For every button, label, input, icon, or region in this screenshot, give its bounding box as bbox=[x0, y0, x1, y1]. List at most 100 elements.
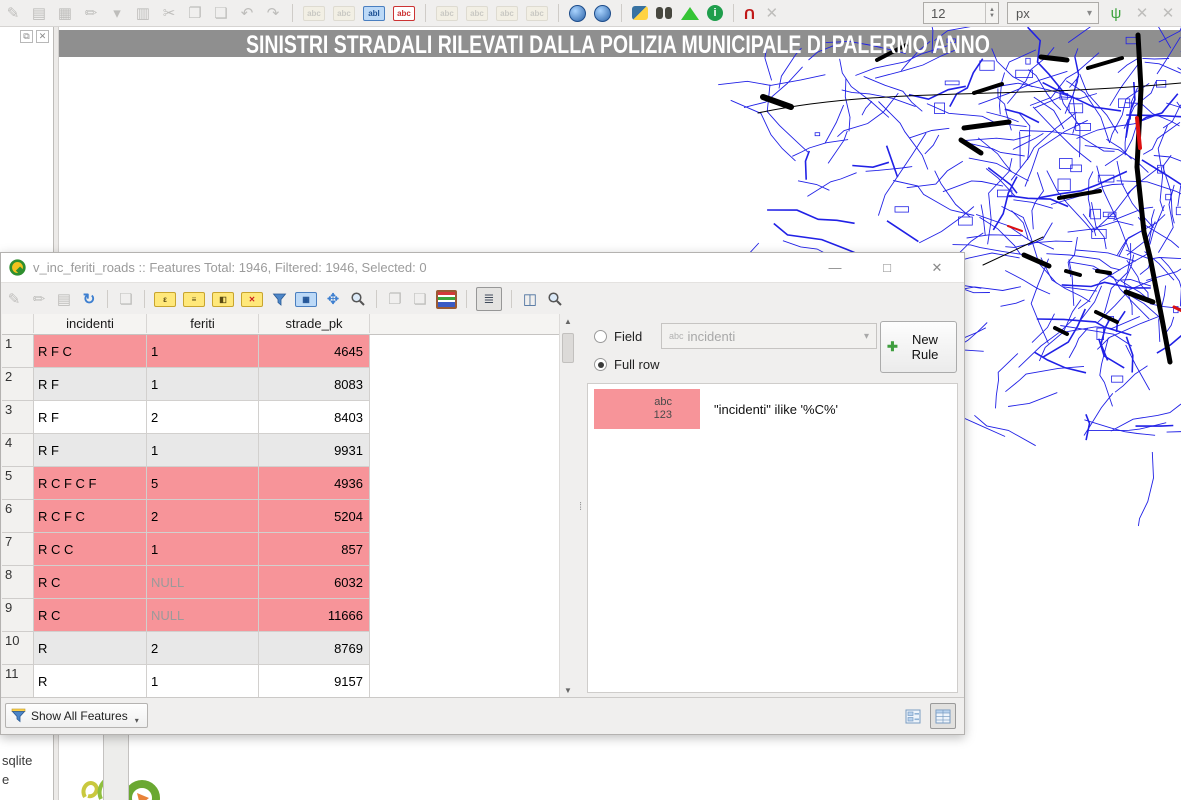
cell-strade_pk[interactable]: 8403 bbox=[259, 401, 370, 434]
new-rule-button[interactable]: ✚ New Rule bbox=[880, 321, 957, 373]
cell-incidenti[interactable]: R C C bbox=[34, 533, 147, 566]
cell-feriti[interactable]: 1 bbox=[147, 335, 259, 368]
layers-panel-scrollbar[interactable] bbox=[103, 735, 129, 800]
cell-strade_pk[interactable]: 6032 bbox=[259, 566, 370, 599]
change-label-icon[interactable]: abc bbox=[526, 6, 548, 21]
cell-strade_pk[interactable]: 8769 bbox=[259, 632, 370, 665]
dock-table-icon[interactable]: ◫ bbox=[521, 289, 539, 309]
table-row[interactable]: 9R CNULL11666 bbox=[2, 599, 559, 632]
cell-incidenti[interactable]: R C bbox=[34, 599, 147, 632]
full-row-radio[interactable]: Full row bbox=[594, 357, 660, 372]
table-row[interactable]: 4R F19931 bbox=[2, 434, 559, 467]
table-view-button[interactable] bbox=[930, 703, 956, 729]
row-number-cell[interactable]: 10 bbox=[2, 632, 34, 665]
cell-strade_pk[interactable]: 11666 bbox=[259, 599, 370, 632]
node-tool-icon[interactable]: ✕ bbox=[763, 3, 781, 23]
cell-feriti[interactable]: NULL bbox=[147, 599, 259, 632]
field-radio[interactable]: Field bbox=[594, 329, 642, 344]
cell-strade_pk[interactable]: 9157 bbox=[259, 665, 370, 698]
column-header-incidenti[interactable]: incidenti bbox=[34, 314, 147, 333]
table-row[interactable]: 7R C C1857 bbox=[2, 533, 559, 566]
unavailable-tool-icon[interactable]: ✕ bbox=[1133, 3, 1151, 23]
cell-incidenti[interactable]: R C bbox=[34, 566, 147, 599]
select-all-icon[interactable]: ≡ bbox=[183, 292, 205, 307]
copy-selection-icon[interactable]: ❐ bbox=[386, 289, 404, 309]
panel-splitter[interactable]: ⁞ bbox=[576, 314, 585, 699]
add-feature-icon[interactable]: ❏ bbox=[117, 289, 135, 309]
organize-columns-icon[interactable]: ▦ bbox=[295, 292, 317, 307]
filter-features-button[interactable]: Show All Features ▾ bbox=[5, 703, 148, 728]
paste-features-icon[interactable]: ❏ bbox=[411, 289, 429, 309]
pin-labels-icon[interactable]: abc bbox=[436, 6, 458, 21]
web-service-icon[interactable] bbox=[569, 5, 586, 22]
scrollbar-thumb[interactable] bbox=[562, 333, 574, 363]
unavailable-tool2-icon[interactable]: ✕ bbox=[1159, 3, 1177, 23]
layer-item[interactable]: sqlite bbox=[2, 751, 32, 770]
label-size-spinbox[interactable]: 12▲▼ bbox=[923, 2, 999, 24]
maximize-button[interactable]: □ bbox=[873, 257, 901, 279]
row-number-cell[interactable]: 11 bbox=[2, 665, 34, 698]
search-widget-icon[interactable] bbox=[546, 289, 564, 309]
vertex-tool-icon[interactable]: ψ bbox=[1107, 3, 1125, 23]
close-button[interactable]: ✕ bbox=[923, 257, 951, 279]
row-number-cell[interactable]: 5 bbox=[2, 467, 34, 500]
table-row[interactable]: 10R28769 bbox=[2, 632, 559, 665]
show-hidden-labels-icon[interactable]: abc bbox=[466, 6, 488, 21]
label-toolbar-icon[interactable]: abl bbox=[363, 6, 385, 21]
conditional-formatting-icon[interactable] bbox=[436, 290, 457, 309]
labeling-icon[interactable]: abc bbox=[303, 6, 325, 21]
scroll-up-icon[interactable]: ▲ bbox=[560, 314, 576, 330]
cell-incidenti[interactable]: R C F C F bbox=[34, 467, 147, 500]
label-unit-combo[interactable]: px▾ bbox=[1007, 2, 1099, 24]
field-combo[interactable]: abc incidenti ▾ bbox=[661, 323, 877, 349]
cell-strade_pk[interactable]: 857 bbox=[259, 533, 370, 566]
cell-incidenti[interactable]: R F bbox=[34, 368, 147, 401]
panel-view-toggle-icon[interactable]: ≣ bbox=[476, 287, 502, 311]
digitizing-dropdown-icon[interactable]: ✏ bbox=[82, 3, 100, 23]
osm-place-search-icon[interactable] bbox=[656, 7, 663, 19]
row-number-cell[interactable]: 6 bbox=[2, 500, 34, 533]
cell-feriti[interactable]: 1 bbox=[147, 533, 259, 566]
identify-features-icon[interactable]: i bbox=[707, 5, 723, 21]
cell-feriti[interactable]: NULL bbox=[147, 566, 259, 599]
cell-feriti[interactable]: 5 bbox=[147, 467, 259, 500]
dialog-titlebar[interactable]: v_inc_feriti_roads :: Features Total: 19… bbox=[1, 253, 964, 283]
column-header-feriti[interactable]: feriti bbox=[147, 314, 259, 333]
label-rules-icon[interactable]: abc bbox=[393, 6, 415, 21]
cell-feriti[interactable]: 1 bbox=[147, 434, 259, 467]
undo-icon[interactable]: ↶ bbox=[238, 3, 256, 23]
table-row[interactable]: 6R C F C25204 bbox=[2, 500, 559, 533]
redo-icon[interactable]: ↷ bbox=[264, 3, 282, 23]
row-number-cell[interactable]: 2 bbox=[2, 368, 34, 401]
cell-feriti[interactable]: 2 bbox=[147, 632, 259, 665]
row-number-cell[interactable]: 9 bbox=[2, 599, 34, 632]
cell-strade_pk[interactable]: 5204 bbox=[259, 500, 370, 533]
multiedit-icon[interactable]: ✏ bbox=[30, 289, 48, 309]
paste-icon[interactable]: ❏ bbox=[212, 3, 230, 23]
edit-pen-icon[interactable]: ✎ bbox=[4, 3, 22, 23]
save-edits-icon[interactable]: ▦ bbox=[56, 3, 74, 23]
panel-undock-icon[interactable]: ⧉ bbox=[20, 30, 33, 43]
toggle-editing-icon[interactable]: ✎ bbox=[5, 289, 23, 309]
row-number-cell[interactable]: 7 bbox=[2, 533, 34, 566]
table-row[interactable]: 11R19157 bbox=[2, 665, 559, 698]
delete-selected-icon[interactable]: ▥ bbox=[134, 3, 152, 23]
pan-to-selection-icon[interactable]: ✥ bbox=[324, 289, 342, 309]
layer-item[interactable]: e bbox=[2, 770, 32, 789]
vertical-scrollbar[interactable]: ▲ ▼ bbox=[559, 314, 576, 699]
save-project-icon[interactable]: ▤ bbox=[30, 3, 48, 23]
row-number-cell[interactable]: 8 bbox=[2, 566, 34, 599]
table-row[interactable]: 8R CNULL6032 bbox=[2, 566, 559, 599]
select-by-expression-icon[interactable]: ε bbox=[154, 292, 176, 307]
cell-incidenti[interactable]: R F bbox=[34, 401, 147, 434]
column-header-strade_pk[interactable]: strade_pk bbox=[259, 314, 370, 333]
cell-feriti[interactable]: 1 bbox=[147, 368, 259, 401]
save-edits-icon[interactable]: ▤ bbox=[55, 289, 73, 309]
cut-icon[interactable]: ✂ bbox=[160, 3, 178, 23]
zoom-to-selection-icon[interactable] bbox=[349, 289, 367, 309]
cell-feriti[interactable]: 1 bbox=[147, 665, 259, 698]
corner-header-cell[interactable] bbox=[2, 314, 34, 333]
cell-incidenti[interactable]: R bbox=[34, 632, 147, 665]
filter-form-icon[interactable] bbox=[270, 289, 288, 309]
table-row[interactable]: 2R F18083 bbox=[2, 368, 559, 401]
